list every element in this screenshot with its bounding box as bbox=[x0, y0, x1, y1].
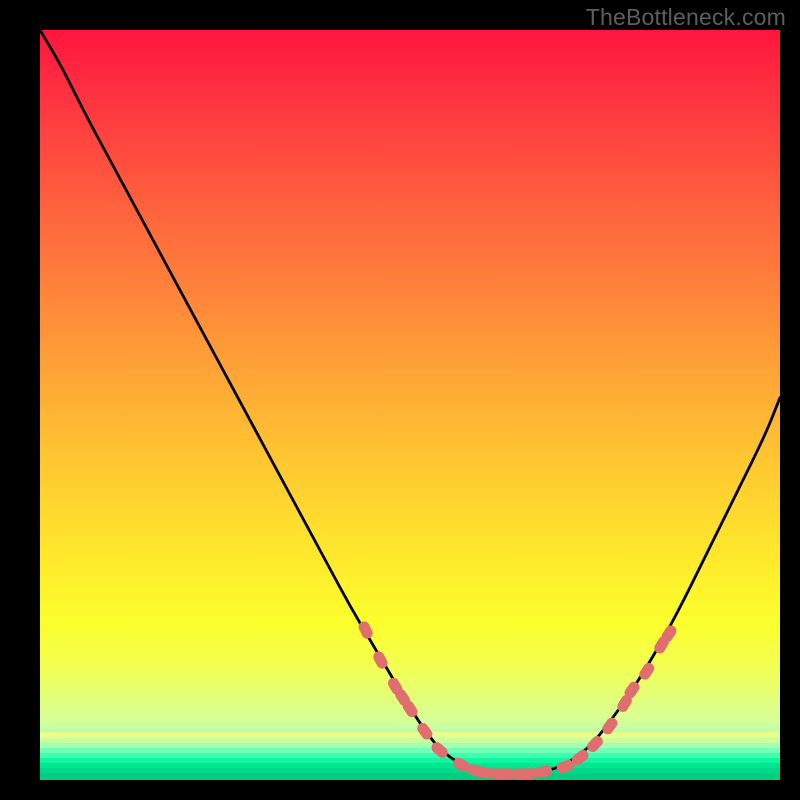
curve-marker bbox=[429, 740, 450, 760]
curve-markers bbox=[357, 619, 679, 780]
curve-marker bbox=[600, 715, 620, 736]
watermark-text: TheBottleneck.com bbox=[586, 4, 786, 31]
bottleneck-curve bbox=[40, 30, 780, 774]
curve-layer bbox=[40, 30, 780, 780]
plot-area bbox=[40, 30, 780, 780]
chart-stage: TheBottleneck.com bbox=[0, 0, 800, 800]
curve-marker bbox=[585, 734, 605, 755]
